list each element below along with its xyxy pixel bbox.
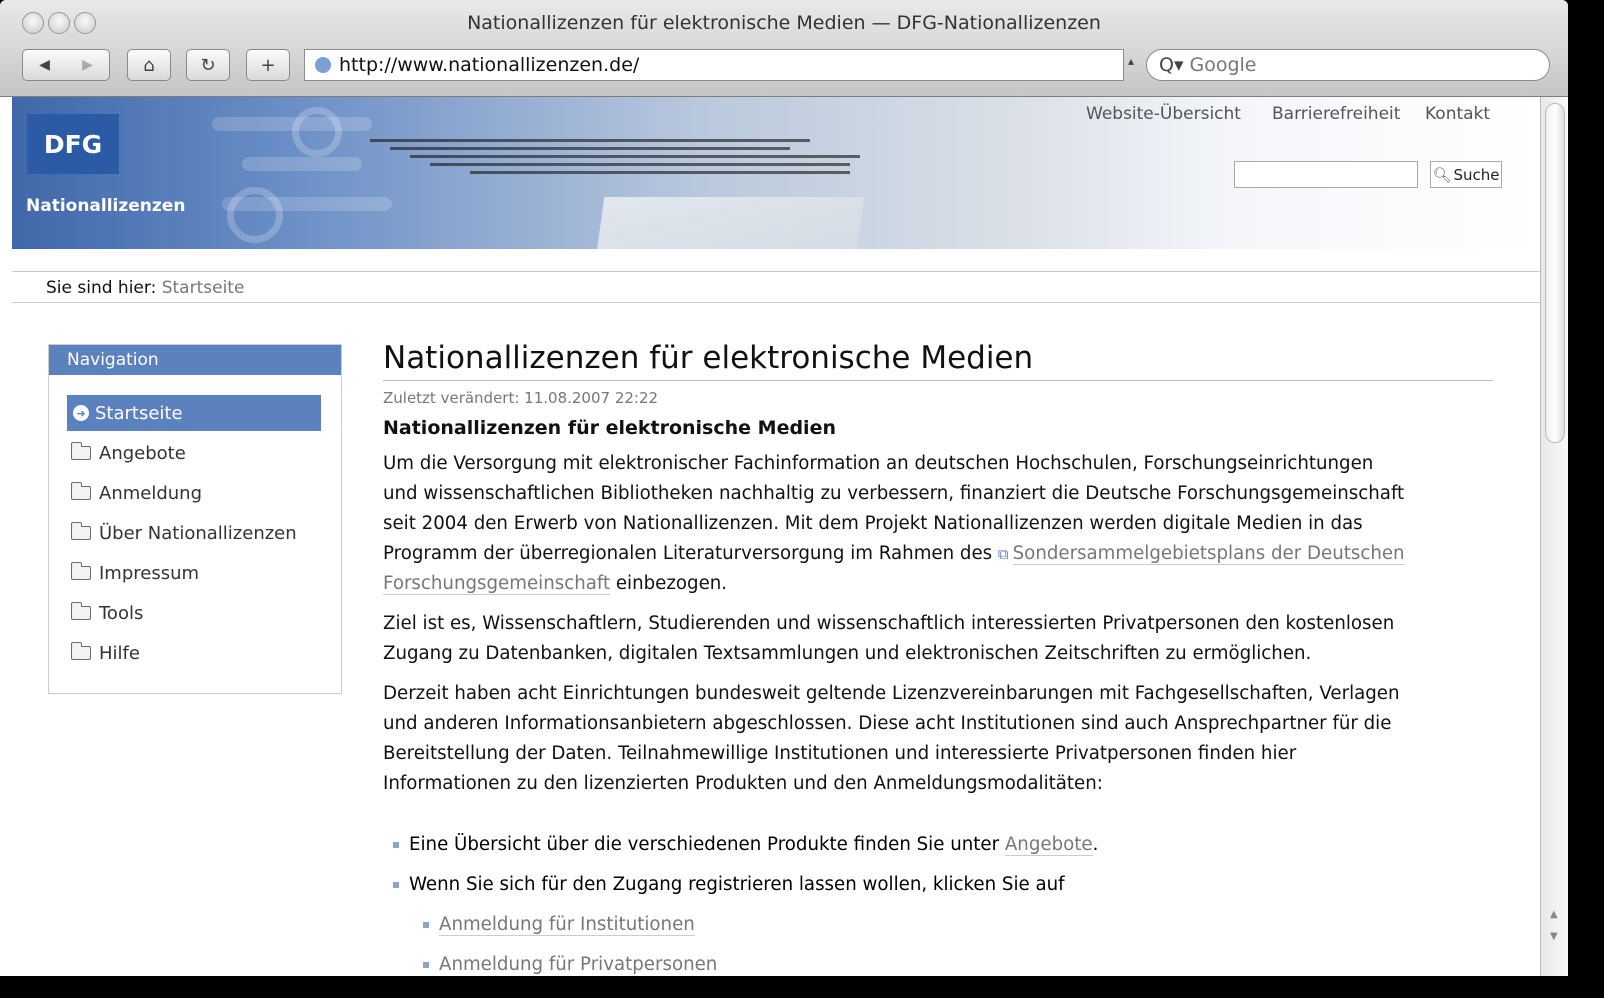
nav-item-anmeldung[interactable]: Anmeldung xyxy=(67,475,321,511)
link-forschungsgemeinschaft[interactable]: Forschungsgemeinschaft xyxy=(383,573,611,595)
list-item: Anmeldung für Privatpersonen xyxy=(423,954,717,975)
search-icon: Q▾ xyxy=(1159,54,1184,76)
bullet-icon xyxy=(423,962,429,968)
link-angebote[interactable]: Angebote xyxy=(1004,834,1093,856)
book-image xyxy=(583,197,865,249)
dfg-logo[interactable]: DFG xyxy=(27,114,119,174)
bullet-icon xyxy=(393,842,399,848)
back-arrow-icon[interactable]: ◀ xyxy=(39,57,50,73)
home-button[interactable]: ⌂ xyxy=(127,49,171,81)
home-icon: ⌂ xyxy=(143,54,155,76)
nav-item-startseite[interactable]: ➜ Startseite xyxy=(67,395,321,431)
reload-button[interactable]: ↻ xyxy=(186,49,230,81)
folder-icon xyxy=(70,642,91,660)
browser-window: Nationallizenzen für elektronische Medie… xyxy=(0,0,1568,976)
list-item: Eine Übersicht über die verschiedenen Pr… xyxy=(393,834,1099,856)
nav-item-angebote[interactable]: Angebote xyxy=(67,435,321,471)
navigation-portlet: Navigation ➜ Startseite Angebote Anmeldu… xyxy=(48,344,342,694)
site-search-input[interactable] xyxy=(1234,161,1418,188)
nav-item-label: Impressum xyxy=(99,562,200,584)
nav-item-hilfe[interactable]: Hilfe xyxy=(67,635,321,671)
text-line: Programm der überregionalen Literaturver… xyxy=(383,539,1493,569)
nav-item-label: Tools xyxy=(99,602,144,624)
forward-arrow-icon[interactable]: ▶ xyxy=(82,57,93,73)
nav-item-impressum[interactable]: Impressum xyxy=(67,555,321,591)
globe-icon xyxy=(315,57,331,73)
text-line: Derzeit haben acht Einrichtungen bundesw… xyxy=(383,683,1400,704)
nav-item-ueber[interactable]: Über Nationallizenzen xyxy=(67,515,321,551)
site-brand[interactable]: Nationallizenzen xyxy=(26,196,185,216)
folder-icon xyxy=(70,522,91,540)
scrollbar-thumb[interactable] xyxy=(1545,103,1565,443)
text-line: Zugang zu Datenbanken, digitalen Textsam… xyxy=(383,643,1312,664)
scroll-up-icon[interactable]: ▲ xyxy=(1550,909,1558,920)
link-kontakt[interactable]: Kontakt xyxy=(1425,104,1490,124)
search-placeholder: Google xyxy=(1189,54,1257,76)
magnifier-icon: 🔍︎ xyxy=(1432,165,1452,184)
folder-icon xyxy=(70,602,91,620)
nav-item-label: Über Nationallizenzen xyxy=(99,522,297,544)
address-dropdown-icon[interactable]: ▴ xyxy=(1128,54,1134,68)
address-bar[interactable]: http://www.nationallizenzen.de/ xyxy=(304,49,1124,81)
text-line: Ziel ist es, Wissenschaftlern, Studieren… xyxy=(383,613,1395,634)
reload-icon: ↻ xyxy=(200,54,216,76)
text-line: seit 2004 den Erwerb von Nationallizenze… xyxy=(383,513,1363,534)
back-forward-buttons[interactable]: ◀ ▶ xyxy=(22,49,110,81)
external-link-icon: ⧉ xyxy=(997,545,1009,563)
text-line: und anderen Informationsanbietern abgesc… xyxy=(383,713,1392,734)
nav-item-label: Angebote xyxy=(99,442,186,464)
breadcrumb: Sie sind hier: Startseite xyxy=(12,271,1540,303)
nav-item-tools[interactable]: Tools xyxy=(67,595,321,631)
browser-search-field[interactable]: Q▾ Google xyxy=(1146,49,1550,81)
text-line: Informationen zu den lizenzierten Produk… xyxy=(383,773,1103,794)
list-text: Wenn Sie sich für den Zugang registriere… xyxy=(409,874,1065,895)
folder-icon xyxy=(70,562,91,580)
search-button-label: Suche xyxy=(1453,165,1500,184)
navigation-title: Navigation xyxy=(49,345,341,375)
content-subtitle: Nationallizenzen für elektronische Medie… xyxy=(383,417,836,439)
text-line: Forschungsgemeinschaft einbezogen. xyxy=(383,569,1493,599)
bullet-icon xyxy=(393,882,399,888)
link-anmeldung-privatpersonen[interactable]: Anmeldung für Privatpersonen xyxy=(439,954,717,975)
page-title: Nationallizenzen für elektronische Medie… xyxy=(383,340,1493,381)
link-barrierefreiheit[interactable]: Barrierefreiheit xyxy=(1272,104,1400,124)
main-content: Nationallizenzen für elektronische Medie… xyxy=(383,340,1493,799)
paragraph-1: Um die Versorgung mit elektronischer Fac… xyxy=(383,449,1493,599)
link-website-uebersicht[interactable]: Website-Übersicht xyxy=(1086,104,1241,124)
address-text: http://www.nationallizenzen.de/ xyxy=(339,54,640,76)
folder-icon xyxy=(70,482,91,500)
breadcrumb-current[interactable]: Startseite xyxy=(162,278,245,298)
scroll-down-icon[interactable]: ▼ xyxy=(1550,931,1558,942)
paragraph-2: Ziel ist es, Wissenschaftlern, Studieren… xyxy=(383,609,1493,669)
add-bookmark-button[interactable]: + xyxy=(246,49,290,81)
folder-icon xyxy=(70,442,91,460)
browser-toolbar: Nationallizenzen für elektronische Medie… xyxy=(0,0,1568,97)
nav-item-label: Anmeldung xyxy=(99,482,202,504)
window-title: Nationallizenzen für elektronische Medie… xyxy=(467,12,1101,34)
list-text: Eine Übersicht über die verschiedenen Pr… xyxy=(409,834,1005,855)
text-line: Um die Versorgung mit elektronischer Fac… xyxy=(383,453,1374,474)
last-modified: Zuletzt verändert: 11.08.2007 22:22 xyxy=(383,389,659,407)
text-fragment: Programm der überregionalen Literaturver… xyxy=(383,543,998,564)
link-anmeldung-institutionen[interactable]: Anmeldung für Institutionen xyxy=(439,914,695,936)
bullet-icon xyxy=(423,922,429,928)
paragraph-3: Derzeit haben acht Einrichtungen bundesw… xyxy=(383,679,1493,799)
text-fragment: einbezogen. xyxy=(610,573,728,594)
list-text: . xyxy=(1092,834,1099,855)
link-sondersammelgebietsplan[interactable]: Sondersammelgebietsplans der Deutschen xyxy=(1012,543,1405,565)
nav-item-label: Startseite xyxy=(95,402,183,424)
text-line: und wissenschaftlichen Bibliotheken nach… xyxy=(383,483,1405,504)
binary-stream-image xyxy=(370,135,860,185)
arrow-bullet-icon: ➜ xyxy=(73,405,89,421)
vertical-scrollbar[interactable]: ▲ ▼ xyxy=(1540,97,1568,976)
site-search-button[interactable]: 🔍︎ Suche xyxy=(1430,161,1502,188)
list-item: Anmeldung für Institutionen xyxy=(423,914,695,936)
plus-icon: + xyxy=(260,54,276,76)
list-item: Wenn Sie sich für den Zugang registriere… xyxy=(393,874,1065,895)
text-line: Bereitstellung der Daten. Teilnahmewilli… xyxy=(383,743,1297,764)
breadcrumb-label: Sie sind hier: xyxy=(46,278,157,298)
nav-item-label: Hilfe xyxy=(99,642,140,664)
